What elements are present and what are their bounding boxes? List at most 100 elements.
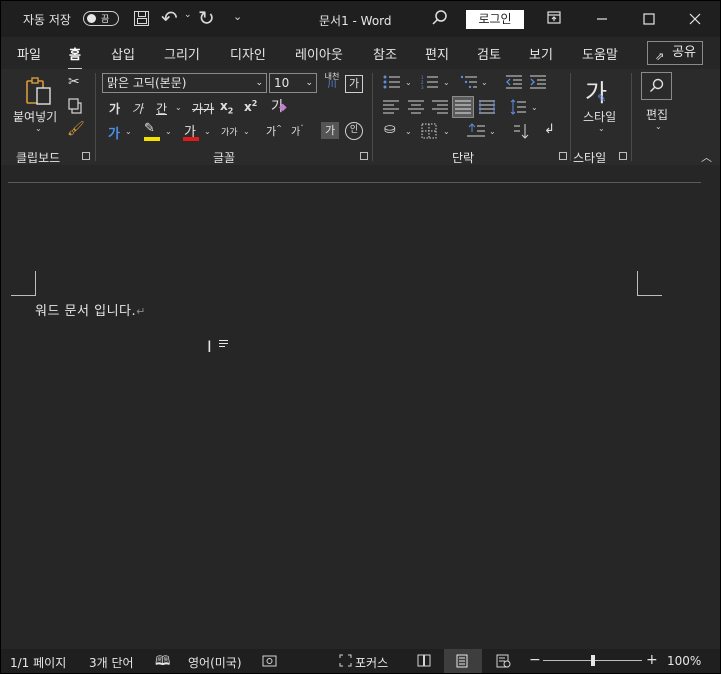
show-formatting-marks-icon[interactable]: ↲ xyxy=(544,122,555,137)
char-border-button[interactable]: 가 xyxy=(345,75,363,93)
word-count[interactable]: 3개 단어 xyxy=(89,654,134,671)
tab-help[interactable]: 도움말 xyxy=(582,44,618,63)
focus-icon[interactable] xyxy=(339,654,352,667)
paste-dropdown-icon[interactable]: ⌄ xyxy=(35,124,42,133)
proofing-book-icon[interactable]: 🕮 xyxy=(155,652,170,673)
ribbon-display-options-icon[interactable] xyxy=(547,11,561,25)
font-size-select[interactable]: 10 ⌄ xyxy=(269,73,317,93)
tab-file[interactable]: 파일 xyxy=(17,44,41,63)
sort-icon[interactable] xyxy=(513,123,529,139)
close-icon[interactable] xyxy=(688,12,702,26)
char-scale-dropdown-icon[interactable]: ⌄ xyxy=(243,127,250,136)
minimize-icon[interactable] xyxy=(595,12,609,26)
clipboard-launcher-icon[interactable] xyxy=(82,152,90,160)
text-effects-dropdown-icon[interactable]: ⌄ xyxy=(125,127,132,136)
asian-layout-icon[interactable] xyxy=(467,123,485,139)
justify-button[interactable] xyxy=(452,96,474,118)
italic-button[interactable]: 가 xyxy=(132,100,143,117)
editing-dropdown-icon[interactable]: ⌄ xyxy=(655,122,662,131)
borders-dropdown-icon[interactable]: ⌄ xyxy=(443,127,450,136)
font-color-dropdown-icon[interactable]: ⌄ xyxy=(204,127,211,136)
asian-layout-dropdown-icon[interactable]: ⌄ xyxy=(489,127,496,136)
distributed-icon[interactable] xyxy=(479,100,495,114)
zoom-in-button[interactable]: + xyxy=(646,652,658,668)
cut-icon[interactable]: ✂ xyxy=(68,74,80,90)
decrease-indent-icon[interactable] xyxy=(506,75,522,89)
align-right-icon[interactable] xyxy=(432,100,448,114)
undo-dropdown-icon[interactable]: ⌄ xyxy=(184,10,192,20)
page-count[interactable]: 1/1 페이지 xyxy=(10,654,66,671)
align-left-icon[interactable] xyxy=(383,100,399,114)
document-canvas[interactable]: 워드 문서 입니다.↵ I xyxy=(1,165,720,649)
focus-mode-button[interactable]: 포커스 xyxy=(355,654,388,671)
paste-icon[interactable] xyxy=(23,75,55,107)
maximize-icon[interactable] xyxy=(642,12,656,26)
line-spacing-dropdown-icon[interactable]: ⌄ xyxy=(531,103,538,112)
tab-view[interactable]: 보기 xyxy=(529,44,553,63)
text-effects-button[interactable]: 가 xyxy=(108,123,120,142)
strikethrough-button[interactable]: 가가 xyxy=(192,100,214,117)
styles-launcher-icon[interactable] xyxy=(619,152,627,160)
tab-insert[interactable]: 삽입 xyxy=(111,44,135,63)
copy-icon[interactable] xyxy=(67,98,83,114)
increase-indent-icon[interactable] xyxy=(530,75,546,89)
highlight-icon[interactable]: ✎ xyxy=(144,121,155,136)
phonetic-guide-button[interactable]: 내천 川 xyxy=(321,72,343,94)
print-layout-button[interactable] xyxy=(444,649,482,673)
tab-layout[interactable]: 레이아웃 xyxy=(295,44,343,63)
char-shading-button[interactable]: 가 xyxy=(321,122,339,139)
read-mode-icon[interactable] xyxy=(417,654,431,667)
tab-home[interactable]: 홈 xyxy=(68,44,82,71)
shading-icon[interactable]: ⛀ xyxy=(384,121,396,137)
shading-dropdown-icon[interactable]: ⌄ xyxy=(405,127,412,136)
font-name-select[interactable]: 맑은 고딕(본문) ⌄ xyxy=(102,73,267,93)
document-paragraph[interactable]: 워드 문서 입니다.↵ xyxy=(35,300,146,319)
collapse-ribbon-icon[interactable]: ︿ xyxy=(701,149,712,165)
subscript-button[interactable]: x2 xyxy=(220,99,233,115)
char-scale-button[interactable]: 가가 xyxy=(221,125,238,138)
redo-icon[interactable]: ↻ xyxy=(198,6,215,30)
paste-label[interactable]: 붙여넣기 xyxy=(13,108,57,125)
tab-draw[interactable]: 그리기 xyxy=(164,44,200,63)
editing-label[interactable]: 편집 xyxy=(646,106,668,123)
bullets-icon[interactable] xyxy=(383,75,401,89)
borders-icon[interactable] xyxy=(421,123,437,139)
line-spacing-icon[interactable] xyxy=(510,99,526,115)
styles-dropdown-icon[interactable]: ⌄ xyxy=(598,124,605,133)
shrink-font-button[interactable]: 가ˇ xyxy=(291,123,304,138)
bold-button[interactable]: 가 xyxy=(109,100,120,117)
tab-design[interactable]: 디자인 xyxy=(230,44,266,63)
format-painter-icon[interactable]: 🖌 xyxy=(67,121,85,137)
highlight-dropdown-icon[interactable]: ⌄ xyxy=(165,127,172,136)
multilevel-dropdown-icon[interactable]: ⌄ xyxy=(481,78,488,87)
multilevel-list-icon[interactable] xyxy=(460,75,478,89)
search-icon[interactable] xyxy=(431,9,449,27)
styles-button-label[interactable]: 스타일 xyxy=(583,108,616,125)
tab-references[interactable]: 참조 xyxy=(373,44,397,63)
save-icon[interactable] xyxy=(134,11,149,26)
align-center-icon[interactable] xyxy=(408,100,424,114)
bullets-dropdown-icon[interactable]: ⌄ xyxy=(405,78,412,87)
enclose-char-button[interactable]: 인 xyxy=(345,122,363,140)
font-launcher-icon[interactable] xyxy=(360,152,368,160)
autosave-toggle[interactable]: 끔 xyxy=(83,11,119,26)
zoom-slider-thumb[interactable] xyxy=(590,655,595,666)
accessibility-icon[interactable] xyxy=(262,654,277,668)
grow-font-button[interactable]: 가^ xyxy=(266,123,282,139)
customize-quick-access-icon[interactable]: ⌄ xyxy=(233,10,242,23)
zoom-out-button[interactable]: − xyxy=(529,652,541,668)
paragraph-launcher-icon[interactable] xyxy=(559,152,567,160)
language-status[interactable]: 영어(미국) xyxy=(188,654,242,671)
find-button[interactable] xyxy=(641,72,672,100)
zoom-level[interactable]: 100% xyxy=(667,654,701,668)
undo-icon[interactable]: ↶ xyxy=(161,6,178,30)
tab-review[interactable]: 검토 xyxy=(477,44,501,63)
numbering-dropdown-icon[interactable]: ⌄ xyxy=(443,78,450,87)
numbering-icon[interactable]: 1 2 3 xyxy=(421,75,439,89)
underline-button[interactable]: 간 xyxy=(156,100,167,117)
underline-dropdown-icon[interactable]: ⌄ xyxy=(175,103,182,112)
login-button[interactable]: 로그인 xyxy=(466,10,524,29)
clear-format-button[interactable]: 가 ◆ xyxy=(271,96,287,116)
web-layout-icon[interactable] xyxy=(496,654,511,668)
tab-mailings[interactable]: 편지 xyxy=(425,44,449,63)
